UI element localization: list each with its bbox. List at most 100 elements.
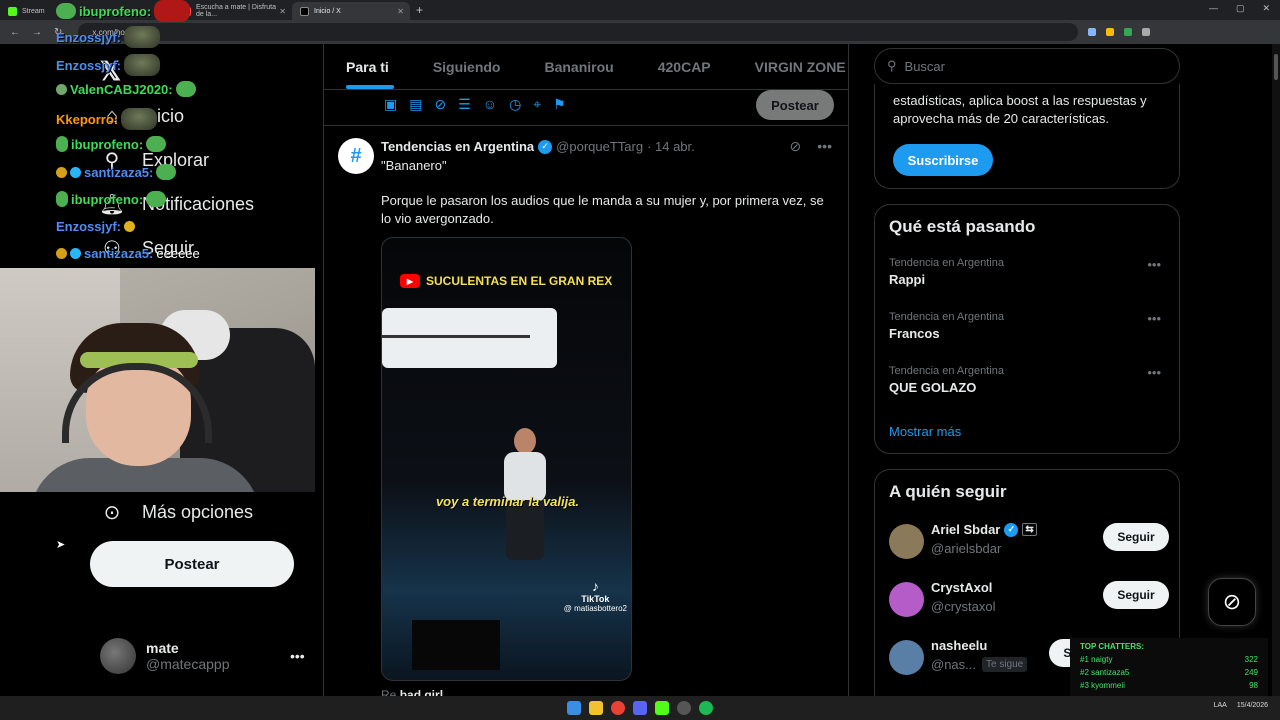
clock-date[interactable]: 15/4/2026: [1237, 702, 1268, 709]
browser-tab-x[interactable]: Inicio / X ✕: [292, 2, 410, 20]
tab-420cap[interactable]: 420CAP: [636, 44, 733, 89]
composer-post-button[interactable]: Postear: [756, 90, 834, 120]
trend-item[interactable]: Tendencia en Argentina QUE GOLAZO •••: [889, 365, 1169, 395]
top-chatter-row: #1 naigty 322: [1080, 655, 1258, 664]
forward-icon[interactable]: →: [32, 27, 42, 38]
avatar: [889, 640, 924, 675]
profile-name: mate: [146, 640, 179, 656]
trends-card: Qué está pasando Tendencia en Argentina …: [874, 204, 1180, 454]
follow-suggestion[interactable]: CrystAxol @crystaxol Seguir: [889, 580, 1169, 620]
suggestion-handle: @crystaxol: [931, 599, 996, 614]
grok-icon[interactable]: ⊘: [434, 96, 446, 113]
tab-bananirou[interactable]: Bananirou: [522, 44, 635, 89]
post-button[interactable]: Postear: [90, 541, 294, 587]
extension-icon[interactable]: [1106, 28, 1115, 36]
file-explorer-icon[interactable]: [589, 701, 603, 715]
more-horizontal-icon[interactable]: •••: [817, 138, 832, 155]
tab-label: Escucha a mate | Disfruta de la...: [196, 4, 277, 18]
top-chatter-rank: #1 naigty: [1080, 655, 1113, 664]
tab-para-ti[interactable]: Para ti: [324, 44, 411, 89]
hashtag-avatar-icon[interactable]: #: [338, 138, 374, 174]
extension-icon[interactable]: [1124, 28, 1133, 36]
trend-item[interactable]: Tendencia en Argentina Rappi •••: [889, 257, 1169, 287]
tiktok-label: TikTok: [581, 594, 610, 604]
more-horizontal-icon[interactable]: •••: [1147, 311, 1161, 326]
image-icon[interactable]: ▣: [384, 96, 397, 113]
emote-icon: [56, 191, 68, 207]
subscribe-button[interactable]: Suscribirse: [893, 144, 993, 176]
discord-icon[interactable]: [633, 701, 647, 715]
maximize-icon[interactable]: ▢: [1236, 3, 1245, 14]
windows-taskbar: LAA 15/4/2026: [0, 696, 1280, 720]
emote-icon: [154, 0, 191, 22]
suggestion-name: CrystAxol: [931, 580, 993, 595]
chrome-icon[interactable]: [611, 701, 625, 715]
chat-message: Enzossjyf:: [56, 54, 161, 76]
emoji-icon[interactable]: ☺: [483, 96, 497, 113]
emote-icon: [56, 3, 76, 19]
more-horizontal-icon[interactable]: •••: [290, 648, 305, 664]
nav-item-more-options[interactable]: ⊙ Más opciones: [100, 500, 253, 524]
follow-button[interactable]: Seguir: [1103, 581, 1169, 609]
address-bar-row: ← → ↻ x.com/home: [0, 20, 1280, 44]
kick-icon[interactable]: [655, 701, 669, 715]
suggestion-name: Ariel Sbdar ✓ ⇆: [931, 522, 1037, 537]
emote-icon: [121, 108, 158, 130]
chat-message: ibuprofeno:: [56, 191, 167, 207]
schedule-icon[interactable]: ◷: [509, 96, 521, 113]
grok-button[interactable]: ⊘: [1208, 578, 1256, 626]
back-icon[interactable]: ←: [10, 27, 20, 38]
account-switcher[interactable]: mate @matecappp: [100, 638, 229, 674]
trend-context: Tendencia en Argentina: [889, 311, 1004, 323]
extension-icon[interactable]: [1088, 28, 1097, 36]
emote-icon: [124, 26, 161, 48]
more-circle-icon: ⊙: [103, 501, 121, 524]
windows-start-icon[interactable]: [567, 701, 581, 715]
profile-handle: @matecappp: [146, 656, 230, 672]
tweet-date[interactable]: · 14 abr.: [647, 139, 695, 154]
more-horizontal-icon[interactable]: •••: [1147, 365, 1161, 380]
badge-icon: [56, 166, 67, 178]
avatar: [889, 524, 924, 559]
trend-item[interactable]: Tendencia en Argentina Francos •••: [889, 311, 1169, 341]
flag-icon[interactable]: ⚑: [553, 96, 566, 113]
follow-suggestion[interactable]: Ariel Sbdar ✓ ⇆ @arielsbdar Seguir: [889, 522, 1169, 562]
close-window-icon[interactable]: ✕: [1262, 3, 1270, 14]
tab-virgin-zone[interactable]: VIRGIN ZONE: [733, 44, 848, 89]
location-icon[interactable]: ⌖: [533, 96, 541, 113]
emote-icon: [146, 136, 167, 152]
close-icon[interactable]: ✕: [397, 7, 404, 16]
show-more-link[interactable]: Mostrar más: [889, 424, 961, 439]
grok-icon[interactable]: ⊘: [790, 138, 802, 155]
chat-message: ibuprofeno:: [56, 0, 191, 22]
trend-name: Rappi: [889, 272, 926, 287]
minimize-icon[interactable]: —: [1209, 3, 1218, 14]
search-input[interactable]: ⚲ Buscar: [874, 48, 1180, 84]
close-icon[interactable]: ✕: [279, 7, 286, 16]
more-horizontal-icon[interactable]: •••: [1147, 257, 1161, 272]
extension-icon[interactable]: [1142, 28, 1151, 36]
tweet-video[interactable]: ▶ SUCULENTAS EN EL GRAN REX voy a termin…: [381, 237, 632, 681]
chat-user: Enzossjyf:: [56, 219, 122, 234]
composer-toolbar: ▣ ▤ ⊘ ☰ ☺ ◷ ⌖ ⚑: [384, 96, 566, 113]
tab-siguiendo[interactable]: Siguiendo: [411, 44, 523, 89]
tweet-author-handle[interactable]: @porqueTTarg: [556, 139, 643, 154]
obs-icon[interactable]: [677, 701, 691, 715]
post-composer: ▣ ▤ ⊘ ☰ ☺ ◷ ⌖ ⚑ Postear: [324, 90, 848, 126]
window-controls: — ▢ ✕: [1209, 3, 1270, 14]
tweet-author-name[interactable]: Tendencias en Argentina: [381, 139, 534, 154]
gif-icon[interactable]: ▤: [409, 96, 422, 113]
new-tab-button[interactable]: +: [416, 3, 423, 17]
poll-icon[interactable]: ☰: [458, 96, 471, 113]
browser-tab-spotify[interactable]: Escucha a mate | Disfruta de la... ✕: [174, 2, 292, 20]
page-scrollbar[interactable]: [1272, 44, 1280, 696]
follow-button[interactable]: Seguir: [1103, 523, 1169, 551]
url-field[interactable]: x.com/home: [78, 23, 1079, 41]
spotify-icon[interactable]: [699, 701, 713, 715]
suggestion-handle: @arielsbdar: [931, 541, 1002, 556]
language-indicator[interactable]: LAA: [1214, 702, 1227, 709]
tiktok-handle: @ matiasbottero2: [563, 604, 627, 613]
right-sidebar: ⚲ Buscar estadísticas, aplica boost a la…: [874, 44, 1182, 709]
tweet-header: Tendencias en Argentina ✓ @porqueTTarg ·…: [381, 139, 695, 154]
x-icon: [300, 6, 309, 16]
